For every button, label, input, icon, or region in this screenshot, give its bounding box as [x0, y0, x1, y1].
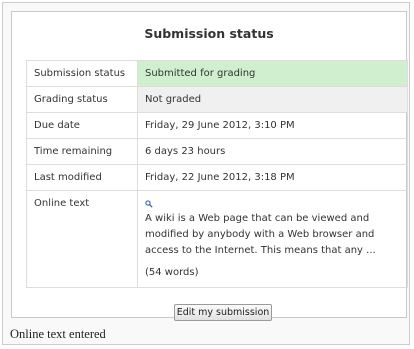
figure-caption: Online text entered	[10, 327, 106, 341]
table-row-grading-status: Grading status Not graded	[26, 86, 408, 113]
table-row-online-text: Online text A wiki is a Web page that ca…	[26, 190, 408, 288]
panel-title: Submission status	[144, 26, 274, 41]
row-label: Time remaining	[26, 138, 138, 165]
word-count: (54 words)	[145, 267, 199, 278]
submission-status-table: Submission status Submitted for grading …	[26, 60, 408, 288]
row-value: Submitted for grading	[137, 60, 408, 87]
table-row-submission-status: Submission status Submitted for grading	[26, 60, 408, 87]
row-label: Grading status	[26, 86, 138, 113]
row-label: Last modified	[26, 164, 138, 191]
submission-status-panel: Submission status Submission status Subm…	[11, 11, 408, 321]
online-text-cell: A wiki is a Web page that can be viewed …	[137, 190, 408, 288]
row-label: Online text	[26, 190, 138, 288]
figure-frame: Submission status Submission status Subm…	[2, 2, 410, 345]
row-value: Not graded	[137, 86, 408, 113]
row-value: 6 days 23 hours	[137, 138, 408, 165]
table-row-due-date: Due date Friday, 29 June 2012, 3:10 PM	[26, 112, 408, 139]
edit-my-submission-button[interactable]: Edit my submission	[174, 304, 272, 321]
table-row-time-remaining: Time remaining 6 days 23 hours	[26, 138, 408, 165]
magnifier-icon[interactable]	[145, 200, 153, 208]
row-label: Submission status	[26, 60, 138, 87]
table-row-last-modified: Last modified Friday, 22 June 2012, 3:18…	[26, 164, 408, 191]
row-label: Due date	[26, 112, 138, 139]
row-value: Friday, 29 June 2012, 3:10 PM	[137, 112, 408, 139]
row-value: Friday, 22 June 2012, 3:18 PM	[137, 164, 408, 191]
online-text-preview: A wiki is a Web page that can be viewed …	[145, 213, 376, 256]
